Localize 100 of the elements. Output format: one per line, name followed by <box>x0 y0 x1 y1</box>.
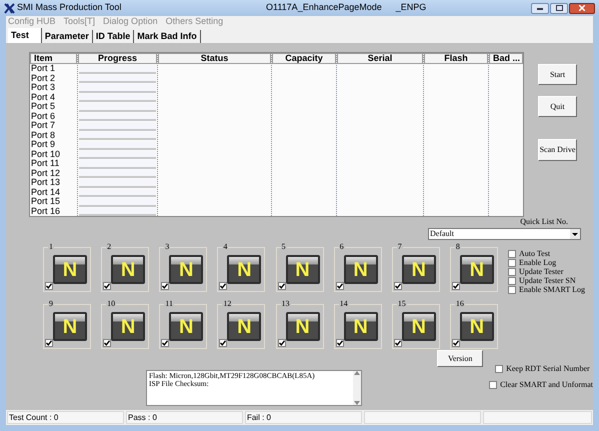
check-icon <box>220 283 226 289</box>
port-number: 3 <box>164 242 170 251</box>
port-status-display: N <box>227 312 262 341</box>
scrollbar[interactable] <box>353 371 362 405</box>
check-icon <box>394 283 401 289</box>
action-button[interactable]: Start <box>538 64 577 85</box>
port-status-display: N <box>460 255 494 284</box>
checkbox[interactable] <box>336 339 344 347</box>
checkbox[interactable] <box>219 339 228 347</box>
port-status-display: N <box>111 255 146 284</box>
column-header[interactable]: Flash <box>424 53 488 64</box>
minimize-button[interactable] <box>531 2 549 14</box>
port-number: 5 <box>280 242 286 251</box>
port-number: 16 <box>454 299 465 308</box>
check-icon <box>220 340 226 346</box>
port-status-display: N <box>344 312 378 341</box>
port-status-display: N <box>169 312 204 341</box>
check-icon <box>162 283 168 289</box>
table-cell-text: Port 15 <box>30 197 62 206</box>
window-title: SMI Mass Production Tool <box>17 1 122 14</box>
table-cell-text: Port 2 <box>30 74 56 83</box>
maximize-icon <box>556 5 562 11</box>
dropdown-value: Default <box>429 228 455 240</box>
check-icon <box>46 340 52 346</box>
checkbox[interactable] <box>278 339 286 347</box>
maximize-button[interactable] <box>550 2 568 14</box>
table-cell-text: Port 8 <box>30 130 56 140</box>
status-section: Test Count : 0 <box>7 411 124 424</box>
checkbox[interactable] <box>161 339 170 347</box>
checkbox[interactable] <box>452 339 460 347</box>
port-status-display: N <box>460 312 494 341</box>
checkbox[interactable] <box>219 282 228 290</box>
port-number: 14 <box>338 299 349 308</box>
port-status-display: N <box>402 255 436 284</box>
checkbox[interactable] <box>45 339 53 347</box>
column-header[interactable]: Serial <box>337 53 423 64</box>
table-cell-text: Port 1 <box>30 64 56 74</box>
checkbox[interactable] <box>394 339 402 347</box>
checkbox[interactable] <box>394 282 402 290</box>
port-status-display: N <box>286 312 320 341</box>
status-section: Pass : 0 <box>126 411 243 424</box>
column-header[interactable]: Item <box>30 53 77 64</box>
port-number: 6 <box>338 242 345 251</box>
checkbox[interactable] <box>452 282 460 290</box>
port-number: 13 <box>280 299 290 308</box>
check-icon <box>452 340 459 346</box>
check-icon <box>278 283 284 289</box>
option-label: Update Tester SN <box>519 276 576 285</box>
table-cell-text: Port 3 <box>30 83 56 92</box>
close-button[interactable] <box>569 2 595 14</box>
check-icon <box>104 283 110 289</box>
checkbox[interactable] <box>508 250 516 258</box>
checkbox[interactable] <box>161 282 170 290</box>
check-icon <box>452 283 459 289</box>
check-icon <box>46 283 52 289</box>
check-icon <box>394 340 401 346</box>
checkbox[interactable] <box>489 380 498 388</box>
checkbox[interactable] <box>495 364 504 372</box>
option-label: Auto Test <box>519 249 550 258</box>
table-cell-text: Port 14 <box>30 188 62 197</box>
port-status-display: N <box>169 255 204 284</box>
action-button[interactable]: Version <box>437 350 484 367</box>
column-header[interactable]: Status <box>158 53 271 64</box>
port-number: 12 <box>222 299 232 308</box>
checkbox[interactable] <box>508 258 516 266</box>
port-number: 2 <box>106 242 112 251</box>
checkbox[interactable] <box>508 268 516 276</box>
checkbox[interactable] <box>336 282 344 290</box>
check-icon <box>278 340 284 346</box>
check-icon <box>336 340 343 346</box>
option-label: Clear SMART and Unformat <box>500 380 593 389</box>
port-number: 11 <box>164 299 174 308</box>
table-cell-text: Port 16 <box>30 206 62 216</box>
table-cell-text: Port 5 <box>30 102 56 112</box>
tab[interactable]: Test <box>8 28 42 43</box>
table-cell-text: Port 10 <box>30 150 62 159</box>
action-button[interactable]: Quit <box>538 96 577 117</box>
checkbox[interactable] <box>45 282 53 290</box>
table-cell-text: Port 7 <box>30 121 56 130</box>
checkbox[interactable] <box>508 276 516 284</box>
checkbox[interactable] <box>103 282 112 290</box>
checkbox[interactable] <box>508 286 516 294</box>
column-header[interactable]: Progress <box>78 53 157 64</box>
table-cell-text: Port 11 <box>30 159 60 168</box>
action-button[interactable]: Scan Drive <box>538 139 577 161</box>
check-icon <box>336 283 343 289</box>
port-number: 1 <box>48 242 54 251</box>
table-cell-text: Port 4 <box>30 92 56 102</box>
port-status-display: N <box>286 255 320 284</box>
checkbox[interactable] <box>103 339 112 347</box>
column-header[interactable]: Capacity <box>272 53 336 64</box>
table-cell-text: Port 9 <box>30 140 56 150</box>
port-status-display: N <box>402 312 436 341</box>
window-suffix: _ENPG <box>396 1 426 14</box>
checkbox[interactable] <box>278 282 286 290</box>
option-label: Keep RDT Serial Number <box>506 364 590 373</box>
quick-list-dropdown[interactable]: Default <box>428 228 581 240</box>
column-header[interactable]: Bad ... <box>489 53 523 64</box>
port-number: 10 <box>106 299 116 308</box>
status-section: Fail : 0 <box>244 411 362 424</box>
